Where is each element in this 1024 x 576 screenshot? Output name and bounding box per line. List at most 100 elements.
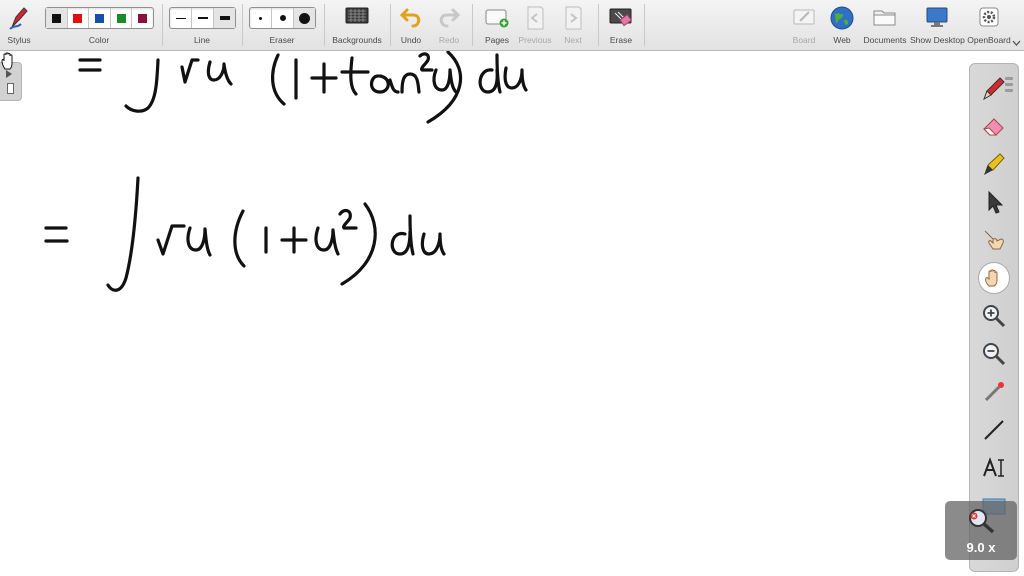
separator [644,4,645,46]
text-tool-button[interactable] [978,452,1010,484]
line-tool-button[interactable] [978,414,1010,446]
add-page-icon [485,9,509,28]
t-1 [340,56,370,96]
paren-close-2 [340,202,377,286]
eraser-large[interactable] [294,8,315,28]
hand-tool-button[interactable] [978,262,1010,294]
swatch-blue [94,13,104,23]
laser-pointer-button[interactable] [978,376,1010,408]
hand-tool-circle [978,262,1010,294]
next-page-button[interactable]: Next [556,0,590,50]
stylus-tool[interactable]: Stylus [2,0,36,50]
line-thin[interactable] [170,8,192,28]
erase-label: Erase [609,35,633,45]
squared-1 [418,52,434,72]
line-width-picker [169,7,236,29]
equals-sign-1 [78,58,102,72]
erase-board-icon [609,8,633,27]
zoom-in-button[interactable] [978,300,1010,332]
separator [598,4,599,46]
previous-label: Previous [518,35,552,45]
pages-button[interactable]: Pages [480,0,514,50]
color-swatch-green[interactable] [111,8,133,28]
color-swatch-red[interactable] [68,8,90,28]
sqrt-1 [180,58,200,84]
redo-label: Redo [438,35,460,45]
show-desktop-button[interactable]: Show Desktop [910,0,965,50]
open-hand-icon [985,269,998,287]
eraser-small[interactable] [250,8,272,28]
board-icon [793,9,815,25]
magnifier-icon [969,509,995,534]
line-medium[interactable] [192,8,214,28]
n-1 [400,72,421,94]
eraser-icon [982,118,1004,136]
show-desktop-label: Show Desktop [910,35,965,45]
eraser-large-dot [299,12,310,24]
pen-tool-button[interactable] [978,72,1010,104]
paren-open-1 [271,53,286,106]
next-label: Next [564,35,582,45]
openboard-menu-button[interactable]: OpenBoard [966,0,1012,50]
zoom-out-button[interactable] [978,338,1010,370]
board-button[interactable]: Board [786,0,822,50]
handwriting-strokes [44,51,528,292]
separator [472,4,473,46]
web-label: Web [833,35,851,45]
color-swatch-black[interactable] [46,8,68,28]
monitor-icon [926,7,948,27]
u-4 [186,226,212,257]
zoom-indicator: 9.0 x [945,501,1017,560]
backgrounds-button[interactable]: Backgrounds [330,0,384,50]
u-6 [420,232,446,256]
redo-button[interactable]: Redo [433,0,465,50]
text-icon [983,457,1004,477]
chevron-down-icon[interactable] [1012,40,1021,46]
arrow-pointer-icon [988,190,1004,214]
integral-sign-1 [124,58,160,113]
eraser-small-dot [259,16,262,20]
erase-button[interactable]: Erase [604,0,638,50]
undo-button[interactable]: Undo [395,0,427,50]
main-toolbar: Stylus Color Line Eraser Backgrounds Und… [0,0,1024,51]
line-medium-sample [197,17,208,19]
u-2 [432,68,458,94]
zoom-out-icon [983,343,1006,366]
selector-tool-button[interactable] [978,186,1010,218]
tool-palette [969,63,1019,572]
highlighter-icon [984,153,1005,175]
next-page-icon [565,6,582,30]
equals-sign-2 [44,226,69,243]
line-thick[interactable] [214,8,235,28]
previous-page-button[interactable]: Previous [516,0,554,50]
color-swatch-maroon[interactable] [132,8,153,28]
separator [324,4,325,46]
line-label: Line [193,35,211,45]
eraser-medium[interactable] [272,8,294,28]
documents-button[interactable]: Documents [862,0,908,50]
plus-1 [310,62,338,94]
eraser-size-picker [249,7,316,29]
web-button[interactable]: Web [826,0,858,50]
a-1 [369,74,400,94]
zoom-in-icon [983,305,1006,328]
pages-label: Pages [484,35,510,45]
redo-icon [439,8,461,28]
paren-open-2 [233,209,246,268]
interact-tool-button[interactable] [978,224,1010,256]
whiteboard-canvas[interactable] [0,51,968,576]
line-thick-sample [219,16,230,20]
highlighter-tool-button[interactable] [978,148,1010,180]
u-3 [503,66,528,92]
color-swatch-blue[interactable] [89,8,111,28]
color-label: Color [88,35,110,45]
separator [242,4,243,46]
undo-label: Undo [400,35,422,45]
separator [390,4,391,46]
line-tool: Line [168,0,236,50]
eraser-tool-button[interactable] [978,110,1010,142]
globe-icon [830,6,854,30]
swatch-green [116,13,126,23]
folder-icon [873,10,896,26]
laser-pointer-icon [984,382,1004,402]
